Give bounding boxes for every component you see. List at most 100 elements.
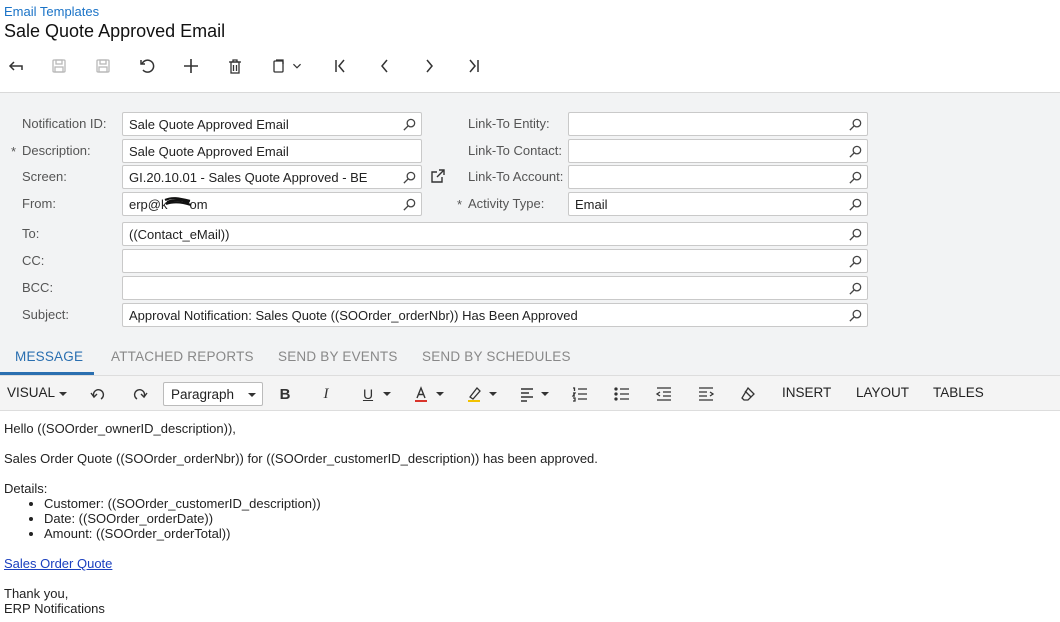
editor-toolbar: VISUAL Paragraph B I U INSERT LAYOUT TAB: [0, 375, 1060, 411]
search-icon[interactable]: [848, 308, 863, 323]
approval-line: Sales Order Quote ((SOOrder_orderNbr)) f…: [4, 451, 598, 466]
chevron-down-icon: [248, 393, 256, 397]
chevron-down-icon[interactable]: [489, 390, 497, 398]
screen-field[interactable]: GI.20.10.01 - Sales Quote Approved - BE: [122, 165, 422, 189]
cancel-icon[interactable]: [133, 52, 161, 80]
undo-icon[interactable]: [88, 384, 108, 404]
indent-icon[interactable]: [696, 384, 716, 404]
activity-type-field[interactable]: Email: [568, 192, 868, 216]
screen-value: GI.20.10.01 - Sales Quote Approved - BE: [129, 170, 368, 185]
chevron-down-icon[interactable]: [383, 390, 391, 398]
external-link-icon[interactable]: [430, 168, 446, 184]
font-color-icon[interactable]: [411, 384, 431, 404]
from-value-prefix: erp@k: [129, 197, 168, 212]
chevron-down-icon[interactable]: [436, 390, 444, 398]
bullet-list-icon[interactable]: [612, 384, 632, 404]
activity-type-label: Activity Type:: [468, 196, 545, 211]
previous-record-icon[interactable]: [371, 52, 399, 80]
from-label: From:: [22, 196, 56, 211]
list-item: Amount: ((SOOrder_orderTotal)): [44, 526, 321, 541]
description-value: Sale Quote Approved Email: [129, 144, 289, 159]
description-field[interactable]: Sale Quote Approved Email: [122, 139, 422, 163]
link-account-field[interactable]: [568, 165, 868, 189]
save-and-close-icon[interactable]: [89, 52, 117, 80]
highlight-icon[interactable]: [464, 384, 484, 404]
search-icon[interactable]: [848, 197, 863, 212]
paragraph-select[interactable]: Paragraph: [163, 382, 263, 406]
to-value: ((Contact_eMail)): [129, 227, 230, 242]
insert-menu[interactable]: INSERT: [782, 385, 831, 400]
to-field[interactable]: ((Contact_eMail)): [122, 222, 868, 246]
list-item: Customer: ((SOOrder_customerID_descripti…: [44, 496, 321, 511]
tab-send-by-events[interactable]: SEND BY EVENTS: [278, 349, 398, 364]
thanks-line: Thank you,: [4, 586, 69, 601]
bcc-field[interactable]: [122, 276, 868, 300]
delete-icon[interactable]: [221, 52, 249, 80]
search-icon[interactable]: [848, 117, 863, 132]
chevron-down-icon[interactable]: [541, 390, 549, 398]
greeting-line: Hello ((SOOrder_ownerID_description)),: [4, 421, 236, 436]
required-marker: *: [457, 197, 463, 212]
from-field[interactable]: erp@k om: [122, 192, 422, 216]
italic-icon[interactable]: I: [316, 384, 336, 404]
to-label: To:: [22, 226, 40, 241]
search-icon[interactable]: [848, 281, 863, 296]
tab-attached-reports[interactable]: ATTACHED REPORTS: [111, 349, 254, 364]
notification-id-label: Notification ID:: [22, 116, 107, 131]
mode-dropdown[interactable]: VISUAL: [7, 385, 55, 400]
search-icon[interactable]: [848, 254, 863, 269]
subject-field[interactable]: Approval Notification: Sales Quote ((SOO…: [122, 303, 868, 327]
numbered-list-icon[interactable]: [570, 384, 590, 404]
notification-id-value: Sale Quote Approved Email: [129, 117, 289, 132]
clear-format-icon[interactable]: [738, 384, 758, 404]
search-icon[interactable]: [402, 197, 417, 212]
signature-line: ERP Notifications: [4, 601, 105, 616]
cc-field[interactable]: [122, 249, 868, 273]
first-record-icon[interactable]: [327, 52, 355, 80]
page-title: Sale Quote Approved Email: [4, 21, 226, 41]
list-item: Date: ((SOOrder_orderDate)): [44, 511, 321, 526]
subject-label: Subject:: [22, 307, 69, 322]
details-heading: Details:: [4, 481, 48, 496]
tab-message[interactable]: MESSAGE: [15, 349, 83, 364]
description-label: Description:: [22, 143, 91, 158]
layout-menu[interactable]: LAYOUT: [856, 385, 909, 400]
next-record-icon[interactable]: [415, 52, 443, 80]
sales-order-quote-link[interactable]: Sales Order Quote: [4, 556, 112, 571]
align-icon[interactable]: [517, 384, 537, 404]
link-entity-field[interactable]: [568, 112, 868, 136]
add-icon[interactable]: [177, 52, 205, 80]
subject-value: Approval Notification: Sales Quote ((SOO…: [129, 308, 578, 323]
back-icon[interactable]: [2, 52, 30, 80]
outdent-icon[interactable]: [654, 384, 674, 404]
redo-icon[interactable]: [130, 384, 150, 404]
chevron-down-icon[interactable]: [59, 390, 67, 398]
tables-menu[interactable]: TABLES: [933, 385, 984, 400]
tab-bar: MESSAGE ATTACHED REPORTS SEND BY EVENTS …: [0, 340, 1060, 375]
main-toolbar: [0, 52, 1060, 80]
required-marker: *: [11, 144, 17, 159]
link-contact-label: Link-To Contact:: [468, 143, 562, 158]
search-icon[interactable]: [402, 170, 417, 185]
search-icon[interactable]: [848, 227, 863, 242]
screen-label: Screen:: [22, 169, 67, 184]
bcc-label: BCC:: [22, 280, 54, 295]
search-icon[interactable]: [848, 144, 863, 159]
chevron-down-icon[interactable]: [289, 52, 305, 80]
activity-type-value: Email: [575, 197, 608, 212]
last-record-icon[interactable]: [459, 52, 487, 80]
underline-icon[interactable]: U: [358, 384, 378, 404]
paragraph-value: Paragraph: [171, 387, 235, 402]
link-entity-label: Link-To Entity:: [468, 116, 550, 131]
search-icon[interactable]: [848, 170, 863, 185]
search-icon[interactable]: [402, 117, 417, 132]
link-contact-field[interactable]: [568, 139, 868, 163]
tab-send-by-schedules[interactable]: SEND BY SCHEDULES: [422, 349, 571, 364]
redaction-scribble: [164, 197, 192, 207]
from-value-suffix: om: [189, 197, 208, 212]
breadcrumb[interactable]: Email Templates: [4, 4, 99, 19]
save-icon[interactable]: [45, 52, 73, 80]
mode-label: VISUAL: [7, 385, 56, 400]
notification-id-field[interactable]: Sale Quote Approved Email: [122, 112, 422, 136]
bold-icon[interactable]: B: [275, 384, 295, 404]
